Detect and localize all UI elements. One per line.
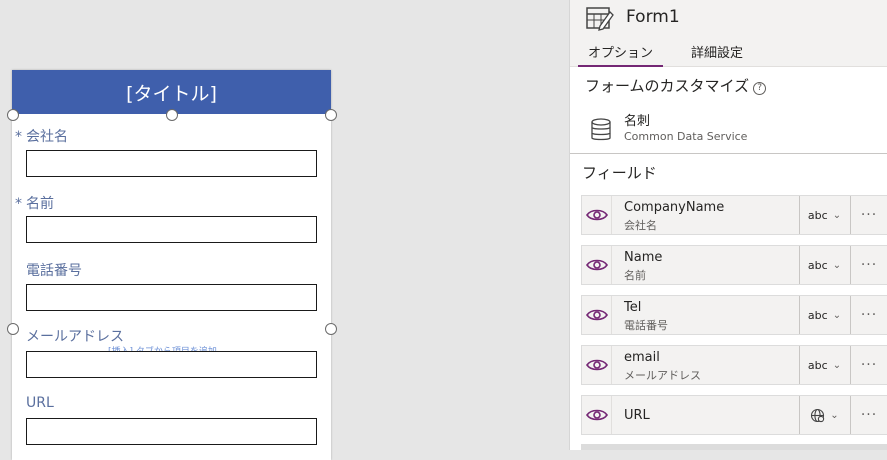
resize-handle-right[interactable]: [325, 323, 337, 335]
tab-advanced[interactable]: 詳細設定: [691, 42, 743, 61]
text-type-icon: abc: [807, 308, 828, 322]
chevron-down-icon: ⌄: [832, 359, 842, 371]
field-name: CompanyName: [624, 200, 725, 215]
more-options-button[interactable]: ···: [850, 246, 887, 284]
url-input[interactable]: [26, 418, 317, 445]
control-type-dropdown[interactable]: ⌄: [799, 396, 849, 434]
form-title-bar[interactable]: [タイトル]: [12, 70, 331, 114]
form-control[interactable]: [タイトル] * 会社名 * 名前 電話番号 メールアドレス [挿入] タブから項目…: [12, 70, 331, 460]
customize-form-heading: フォームのカスタマイズ?: [585, 75, 767, 96]
field-display-name: 名前: [624, 269, 646, 282]
database-icon: [591, 118, 611, 141]
control-type-dropdown[interactable]: abc ⌄: [799, 196, 849, 234]
section-divider: [570, 153, 887, 154]
more-options-button[interactable]: ···: [850, 396, 887, 434]
properties-panel: Form1 オプション 詳細設定 フォームのカスタマイズ? 名刺 Common …: [569, 0, 887, 450]
globe-icon: [811, 408, 825, 422]
field-display-name: メールアドレス: [624, 369, 701, 382]
field-display-name: 電話番号: [624, 319, 668, 332]
more-options-button[interactable]: ···: [850, 296, 887, 334]
resize-handle-top-left[interactable]: [7, 109, 19, 121]
data-source-name[interactable]: 名刺: [624, 110, 650, 129]
design-canvas[interactable]: [タイトル] * 会社名 * 名前 電話番号 メールアドレス [挿入] タブから項目…: [0, 0, 569, 460]
form-title-label: [タイトル]: [126, 82, 217, 105]
field-row[interactable]: Tel 電話番号 abc ⌄ ···: [581, 295, 887, 335]
text-type-icon: abc: [807, 358, 828, 372]
visibility-toggle[interactable]: [582, 346, 612, 384]
control-type-dropdown[interactable]: abc ⌄: [799, 346, 849, 384]
field-name: email: [624, 350, 660, 365]
help-icon[interactable]: ?: [753, 82, 767, 95]
form-icon: [586, 7, 614, 31]
tab-options[interactable]: オプション: [577, 42, 664, 67]
email-input[interactable]: [26, 351, 317, 378]
text-type-icon: abc: [807, 208, 828, 222]
eye-icon: [585, 359, 608, 371]
field-row[interactable]: email メールアドレス abc ⌄ ···: [581, 345, 887, 385]
data-source-type: Common Data Service: [624, 130, 748, 143]
field-label-url: URL: [26, 395, 54, 411]
visibility-toggle[interactable]: [582, 196, 612, 234]
visibility-toggle[interactable]: [582, 246, 612, 284]
eye-icon: [585, 209, 608, 221]
more-options-button[interactable]: ···: [850, 346, 887, 384]
field-label-tel: 電話番号: [26, 263, 82, 279]
panel-header: Form1 オプション 詳細設定: [570, 0, 887, 67]
eye-icon: [585, 409, 608, 421]
required-marker: *: [15, 129, 22, 145]
control-type-dropdown[interactable]: abc ⌄: [799, 246, 849, 284]
field-name: Name: [624, 250, 663, 265]
visibility-toggle[interactable]: [582, 396, 612, 434]
resize-handle-top-right[interactable]: [325, 109, 337, 121]
chevron-down-icon: ⌄: [830, 409, 839, 421]
field-name: URL: [624, 408, 650, 423]
visibility-toggle[interactable]: [582, 296, 612, 334]
field-row[interactable]: Name 名前 abc ⌄ ···: [581, 245, 887, 285]
more-options-button[interactable]: ···: [850, 196, 887, 234]
required-marker: *: [15, 196, 22, 212]
tel-input[interactable]: [26, 284, 317, 311]
field-display-name: 会社名: [624, 219, 657, 232]
field-label-name: * 名前: [15, 196, 54, 212]
field-name: Tel: [624, 300, 642, 315]
field-row-partial[interactable]: [581, 444, 887, 450]
field-label-company: * 会社名: [15, 129, 68, 145]
panel-title: Form1: [626, 7, 680, 27]
field-row[interactable]: URL ⌄ ···: [581, 395, 887, 435]
resize-handle-left[interactable]: [7, 323, 19, 335]
text-type-icon: abc: [807, 258, 828, 272]
field-label-email: メールアドレス: [26, 329, 124, 345]
chevron-down-icon: ⌄: [832, 309, 842, 321]
resize-handle-top[interactable]: [166, 109, 178, 121]
control-type-dropdown[interactable]: abc ⌄: [799, 296, 849, 334]
chevron-down-icon: ⌄: [832, 259, 842, 271]
eye-icon: [585, 259, 608, 271]
field-row[interactable]: CompanyName 会社名 abc ⌄ ···: [581, 195, 887, 235]
name-input[interactable]: [26, 216, 317, 243]
eye-icon: [585, 309, 608, 321]
company-name-input[interactable]: [26, 150, 317, 177]
fields-heading: フィールド: [582, 164, 657, 182]
chevron-down-icon: ⌄: [832, 209, 842, 221]
